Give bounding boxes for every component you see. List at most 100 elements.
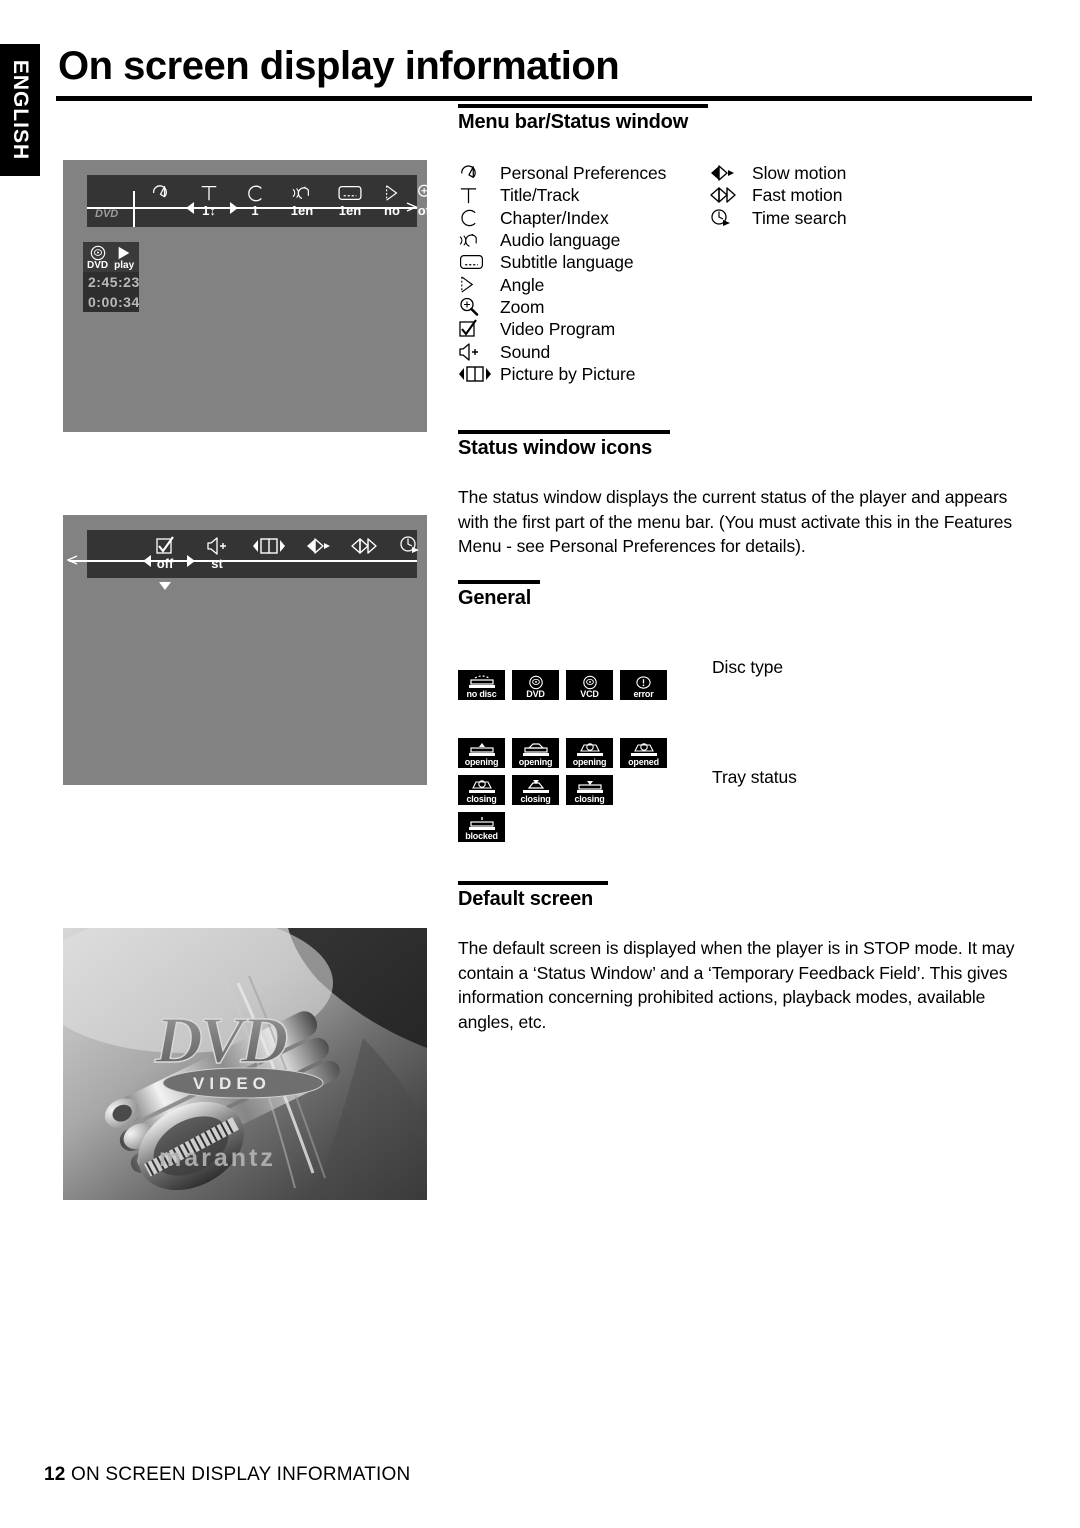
menu-bar-cell-slow-motion[interactable] — [299, 530, 339, 556]
legend-label: Chapter/Index — [500, 207, 609, 228]
legend-row: Sound — [458, 340, 666, 362]
sound-icon — [458, 342, 500, 362]
menu-bar-cell-subtitle-language[interactable]: 1en — [327, 177, 373, 218]
legend-label: Slow motion — [752, 163, 847, 184]
osd-menu-bar-2: off st — [66, 530, 419, 590]
legend-row: Subtitle language — [458, 251, 666, 273]
section-title: General — [458, 587, 532, 609]
time-search-icon — [391, 530, 431, 556]
zoom-icon — [409, 177, 443, 203]
legend-label: Fast motion — [752, 185, 843, 206]
badge-label: error — [633, 689, 654, 699]
menu-bar-cell-personal-preferences[interactable] — [139, 177, 181, 203]
menu-bar-cell-angle[interactable]: no — [375, 177, 409, 218]
legend-label: Audio language — [500, 230, 621, 251]
disc-dvd-icon — [90, 245, 105, 261]
legend-label: Title/Track — [500, 185, 580, 206]
section-title: Menu bar/Status window — [458, 111, 689, 133]
chapter-index-icon — [458, 207, 500, 228]
disc-vcd-icon: VCD — [566, 670, 613, 700]
language-tab-label: ENGLISH — [9, 59, 32, 161]
menu-bar-disc-badge: DVD — [95, 208, 119, 220]
screenshot-menu-bar-second-part: off st — [63, 515, 427, 785]
legend-row: Video Program — [458, 318, 666, 340]
legend-label: Picture by Picture — [500, 363, 636, 384]
menu-bar-value: 1↕ — [202, 203, 216, 218]
video-program-icon — [458, 319, 500, 339]
menu-bar-cell-zoom[interactable]: off — [409, 177, 443, 218]
tray-closing-1-icon: closing — [458, 775, 505, 805]
picture-by-picture-icon — [458, 364, 500, 384]
default-screen-photo: DVD VIDEO marantz — [63, 928, 427, 1200]
menu-bar-dropdown-caret-icon[interactable] — [157, 580, 173, 592]
menu-bar-cell-time-search[interactable] — [391, 530, 431, 556]
legend-row: Angle — [458, 273, 666, 295]
badge-label: VCD — [580, 689, 599, 699]
tray-status-badges-row-3: blocked — [458, 812, 505, 842]
legend-row: Chapter/Index — [458, 207, 666, 229]
disc-type-label: Disc type — [712, 657, 784, 677]
time-search-icon — [710, 207, 752, 229]
title-track-icon — [458, 185, 500, 206]
tray-closing-3-icon: closing — [566, 775, 613, 805]
legend-row: Personal Preferences — [458, 162, 666, 184]
section-heading-menu-bar: Menu bar/Status window — [458, 104, 708, 134]
menu-bar-cell-audio-language[interactable]: 1en — [280, 177, 324, 218]
tray-opening-1-icon: opening — [458, 738, 505, 768]
tray-glyph — [467, 816, 497, 832]
legend-label: Zoom — [500, 296, 545, 317]
badge-label: closing — [574, 794, 605, 804]
status-window-disc-label: DVD — [87, 260, 109, 271]
menu-bar-cell-fast-motion[interactable] — [343, 530, 387, 556]
page-title: On screen display information — [58, 44, 620, 88]
slow-motion-icon — [299, 530, 339, 556]
legend-label: Personal Preferences — [500, 163, 667, 184]
legend-label: Subtitle language — [500, 252, 634, 273]
personal-preferences-icon — [139, 177, 181, 203]
status-window-mode: play — [114, 245, 134, 271]
menu-bar-left-arrow-icon — [66, 555, 78, 565]
legend-row: Title/Track — [458, 184, 666, 206]
tray-glyph — [467, 742, 497, 758]
legend-row: Zoom — [458, 296, 666, 318]
menu-bar-cell-picture-by-picture[interactable] — [247, 530, 291, 556]
screenshot-menu-bar-status-window: DVD 1↕ 1 1en 1en no off DVD play 2:45:23… — [63, 160, 435, 432]
menu-bar-selector-right-icon[interactable] — [183, 554, 197, 568]
menu-bar-cell-sound[interactable]: st — [197, 530, 237, 571]
legend-label: Angle — [500, 274, 545, 295]
osd-status-window: DVD play 2:45:23 0:00:34 — [83, 242, 139, 312]
chapter-index-icon — [234, 177, 276, 203]
tray-no-disc-icon: no disc — [458, 670, 505, 700]
menu-bar-value: off — [156, 556, 174, 571]
status-window-total-time: 2:45:23 — [83, 272, 139, 292]
legend-row: Audio language — [458, 229, 666, 251]
picture-by-picture-icon — [247, 530, 291, 556]
tray-glyph — [467, 674, 497, 690]
heading-rule — [458, 104, 708, 108]
disc-glyph — [581, 674, 599, 690]
angle-icon — [375, 177, 409, 203]
disc-glyph — [527, 674, 545, 690]
badge-label: opening — [572, 757, 607, 767]
legend-label: Time search — [752, 207, 847, 228]
audio-language-icon — [458, 230, 500, 251]
menu-bar-value: st — [211, 556, 223, 571]
menu-bar-value: 1en — [290, 203, 314, 218]
menu-bar-value: no — [384, 203, 400, 218]
status-window-header: DVD play — [83, 242, 139, 272]
sound-icon — [197, 530, 237, 556]
menu-bar-cell-video-program[interactable]: off — [145, 530, 185, 571]
play-icon — [118, 246, 130, 260]
menu-bar-cell-chapter-index[interactable]: 1 — [234, 177, 276, 218]
slow-motion-icon — [710, 163, 752, 183]
trumpet-photo-illustration: DVD VIDEO marantz — [63, 928, 427, 1200]
menu-bar-value: 1 — [251, 203, 259, 218]
menu-bar-cell-title-track[interactable]: 1↕ — [188, 177, 230, 218]
section-heading-default-screen: Default screen — [458, 881, 608, 911]
zoom-icon — [458, 296, 500, 318]
tray-glyph — [521, 742, 551, 758]
status-window-mode-label: play — [114, 260, 135, 271]
tray-opening-3-icon: opening — [566, 738, 613, 768]
section-heading-status-window-icons: Status window icons — [458, 430, 670, 460]
heading-rule — [458, 580, 540, 584]
